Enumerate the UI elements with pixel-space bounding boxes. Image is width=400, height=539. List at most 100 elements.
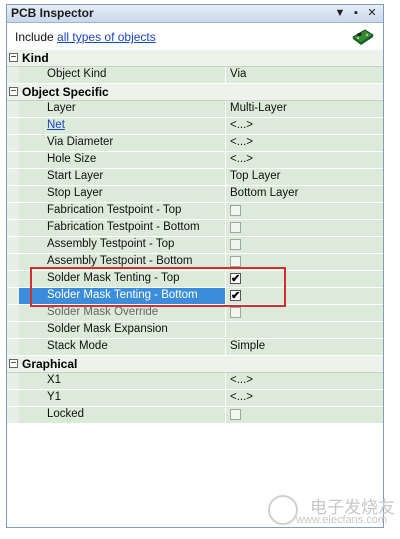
title-bar[interactable]: PCB Inspector ▼ ▪ ✕ <box>7 5 383 23</box>
panel-menu-icon[interactable]: ▼ <box>333 6 347 20</box>
property-value-cell[interactable] <box>226 322 383 338</box>
property-name-cell: Object Kind <box>19 67 226 83</box>
property-name: Y1 <box>47 391 62 403</box>
property-value[interactable]: Simple <box>230 340 265 352</box>
property-value[interactable]: <...> <box>230 153 253 165</box>
row-gutter <box>7 373 19 389</box>
category-label: Kind <box>22 51 49 65</box>
category-object-specific[interactable]: − Object Specific <box>7 84 383 101</box>
pcb-inspector-panel: PCB Inspector ▼ ▪ ✕ Include all types of… <box>6 4 384 528</box>
property-name-cell: Solder Mask Expansion <box>19 322 226 338</box>
collapse-toggle-icon[interactable]: − <box>9 359 18 369</box>
property-name: Locked <box>47 408 85 420</box>
property-grid: − Kind Object Kind Via − Object Specific Layer… <box>7 50 383 424</box>
property-checkbox[interactable] <box>230 256 241 267</box>
category-label: Graphical <box>22 357 78 371</box>
property-value-cell[interactable]: <...> <box>226 118 383 134</box>
property-value-cell[interactable]: <...> <box>226 152 383 168</box>
property-name-cell: Stack Mode <box>19 339 226 355</box>
property-checkbox[interactable] <box>230 222 241 233</box>
close-icon[interactable]: ✕ <box>365 6 379 20</box>
property-row[interactable]: Net <...> <box>7 118 383 135</box>
property-value-cell[interactable]: Top Layer <box>226 169 383 185</box>
category-label: Object Specific <box>22 85 109 99</box>
property-name: Stop Layer <box>47 187 103 199</box>
property-name-cell: Assembly Testpoint - Top <box>19 237 226 253</box>
category-graphical[interactable]: − Graphical <box>7 356 383 373</box>
property-value[interactable]: Bottom Layer <box>230 187 298 199</box>
property-value-cell[interactable]: <...> <box>226 390 383 406</box>
row-gutter <box>7 118 19 134</box>
object-filter-link[interactable]: all types of objects <box>57 30 156 44</box>
property-checkbox[interactable] <box>230 409 241 420</box>
property-value-cell[interactable]: <...> <box>226 135 383 151</box>
property-name-cell: Via Diameter <box>19 135 226 151</box>
property-value[interactable]: Multi-Layer <box>230 102 287 114</box>
property-value-cell[interactable] <box>226 237 383 253</box>
property-value-cell[interactable]: Via <box>226 67 383 83</box>
property-row[interactable]: Stop Layer Bottom Layer <box>7 186 383 203</box>
row-gutter <box>7 203 19 219</box>
property-name: Stack Mode <box>47 340 108 352</box>
row-gutter <box>7 288 19 304</box>
property-value[interactable]: <...> <box>230 119 253 131</box>
property-row[interactable]: Via Diameter <...> <box>7 135 383 152</box>
property-checkbox[interactable] <box>230 239 241 250</box>
collapse-toggle-icon[interactable]: − <box>9 53 18 63</box>
property-value-cell[interactable]: <...> <box>226 373 383 389</box>
property-row[interactable]: Solder Mask Expansion <box>7 322 383 339</box>
property-row[interactable]: Assembly Testpoint - Top <box>7 237 383 254</box>
category-kind[interactable]: − Kind <box>7 50 383 67</box>
row-gutter <box>7 237 19 253</box>
row-gutter <box>7 305 19 321</box>
property-name: Assembly Testpoint - Top <box>47 238 175 250</box>
property-name-cell: Locked <box>19 407 226 423</box>
row-gutter <box>7 322 19 338</box>
property-name-cell: Fabrication Testpoint - Bottom <box>19 220 226 236</box>
property-row[interactable]: Start Layer Top Layer <box>7 169 383 186</box>
collapse-toggle-icon[interactable]: − <box>9 87 18 97</box>
property-value-cell[interactable] <box>226 220 383 236</box>
property-checkbox[interactable] <box>230 205 241 216</box>
filter-bar: Include all types of objects <box>7 23 383 50</box>
property-value-cell[interactable]: Simple <box>226 339 383 355</box>
property-name-cell: Start Layer <box>19 169 226 185</box>
property-name: Solder Mask Override <box>47 306 159 318</box>
property-name: Solder Mask Expansion <box>47 323 168 335</box>
property-name-cell: Fabrication Testpoint - Top <box>19 203 226 219</box>
property-row[interactable]: Locked <box>7 407 383 424</box>
property-row[interactable]: Y1 <...> <box>7 390 383 407</box>
property-value[interactable]: <...> <box>230 391 253 403</box>
highlight-box <box>30 267 286 307</box>
property-value[interactable]: Via <box>230 68 246 80</box>
property-row[interactable]: Solder Mask Override <box>7 305 383 322</box>
property-value-cell[interactable]: Multi-Layer <box>226 101 383 117</box>
property-row[interactable]: Object Kind Via <box>7 67 383 84</box>
pin-icon[interactable]: ▪ <box>349 6 363 20</box>
property-row[interactable]: Fabrication Testpoint - Top <box>7 203 383 220</box>
property-row[interactable]: X1 <...> <box>7 373 383 390</box>
property-name-cell: Stop Layer <box>19 186 226 202</box>
property-value-cell[interactable] <box>226 305 383 321</box>
row-gutter <box>7 169 19 185</box>
property-name: Start Layer <box>47 170 104 182</box>
row-gutter <box>7 254 19 270</box>
property-value-cell[interactable]: Bottom Layer <box>226 186 383 202</box>
property-row[interactable]: Fabrication Testpoint - Bottom <box>7 220 383 237</box>
property-name: Assembly Testpoint - Bottom <box>47 255 193 267</box>
property-value[interactable]: <...> <box>230 136 253 148</box>
property-row[interactable]: Stack Mode Simple <box>7 339 383 356</box>
property-name-cell: Solder Mask Override <box>19 305 226 321</box>
property-checkbox[interactable] <box>230 307 241 318</box>
property-value-cell[interactable] <box>226 203 383 219</box>
watermark-url: www.elecfans.com <box>296 514 388 526</box>
row-gutter <box>7 271 19 287</box>
property-name-link[interactable]: Net <box>47 119 65 131</box>
property-row[interactable]: Hole Size <...> <box>7 152 383 169</box>
property-row[interactable]: Layer Multi-Layer <box>7 101 383 118</box>
row-gutter <box>7 220 19 236</box>
property-value-cell[interactable] <box>226 407 383 423</box>
property-value[interactable]: <...> <box>230 374 253 386</box>
pcb-board-icon <box>352 29 374 45</box>
property-value[interactable]: Top Layer <box>230 170 281 182</box>
